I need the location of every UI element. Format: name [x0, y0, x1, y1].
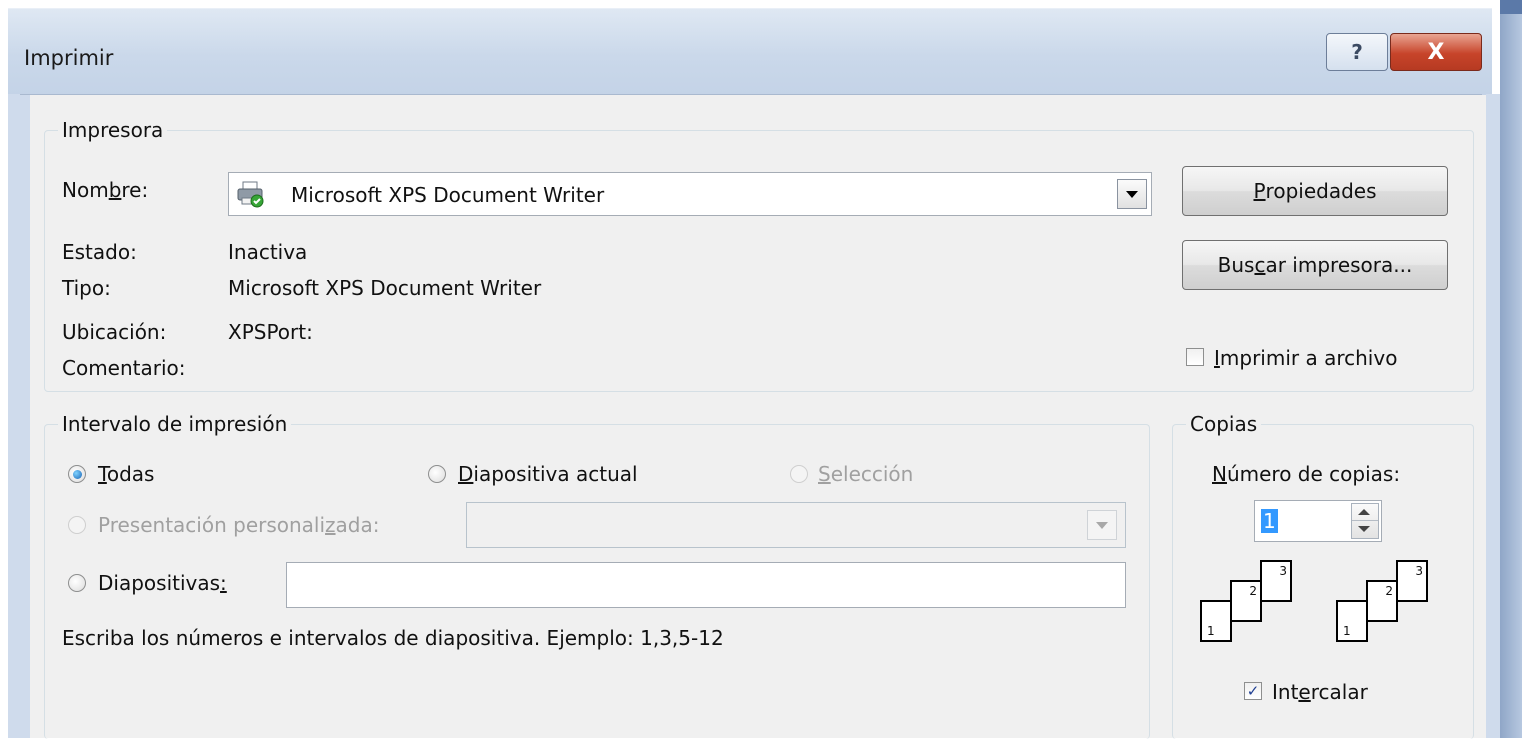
- collate-illustration-icon: 3 2 1 3 2 1: [1200, 554, 1450, 664]
- collate-label[interactable]: Intercalar: [1272, 680, 1368, 704]
- number-of-copies-label: Número de copias:: [1212, 462, 1401, 486]
- chevron-down-icon: [1096, 521, 1108, 529]
- collate-checkbox[interactable]: ✓: [1244, 682, 1262, 700]
- print-range-legend: Intervalo de impresión: [58, 412, 292, 436]
- slides-input[interactable]: [286, 562, 1126, 608]
- custom-show-radio: [68, 516, 86, 534]
- slides-hint: Escriba los números e intervalos de diap…: [62, 626, 724, 650]
- status-value: Inactiva: [228, 240, 308, 264]
- comment-label: Comentario:: [62, 356, 186, 380]
- window-frame-left: [8, 94, 30, 738]
- print-to-file-label[interactable]: Imprimir a archivo: [1214, 346, 1397, 370]
- close-button[interactable]: X: [1390, 33, 1482, 71]
- selection-label: Selección: [818, 462, 914, 486]
- print-to-file-checkbox[interactable]: [1186, 348, 1204, 366]
- page-3-icon: 3: [1260, 560, 1292, 602]
- custom-show-label: Presentación personalizada:: [98, 513, 380, 537]
- printer-name-combo[interactable]: Microsoft XPS Document Writer: [228, 172, 1152, 216]
- type-value: Microsoft XPS Document Writer: [228, 276, 542, 300]
- custom-show-combo: [466, 502, 1126, 548]
- help-button[interactable]: ?: [1326, 33, 1388, 71]
- copies-spin-buttons[interactable]: [1351, 503, 1379, 539]
- page-2-icon: 2: [1230, 580, 1262, 622]
- selected-printer-text: Microsoft XPS Document Writer: [291, 183, 605, 207]
- page-1-icon: 1: [1200, 600, 1232, 642]
- location-value: XPSPort:: [228, 320, 313, 344]
- slides-radio[interactable]: [68, 574, 86, 592]
- printer-group-legend: Impresora: [58, 118, 168, 142]
- copies-spinner[interactable]: 1: [1254, 500, 1382, 542]
- copies-legend: Copias: [1186, 412, 1262, 436]
- properties-button[interactable]: Propiedades: [1182, 166, 1448, 216]
- custom-show-dropdown-arrow: [1087, 510, 1117, 540]
- all-slides-label[interactable]: Todas: [98, 462, 154, 486]
- status-label: Estado:: [62, 240, 137, 264]
- help-icon: ?: [1351, 40, 1363, 64]
- location-label: Ubicación:: [62, 320, 167, 344]
- close-icon: X: [1427, 39, 1445, 65]
- slides-label[interactable]: Diapositivas:: [98, 571, 227, 595]
- copies-value[interactable]: 1: [1261, 509, 1278, 533]
- window-title: Imprimir: [24, 46, 114, 70]
- find-printer-button[interactable]: Bus c ar impresora...: [1182, 240, 1448, 290]
- page-2-icon: 2: [1366, 580, 1398, 622]
- page-3-icon: 3: [1396, 560, 1428, 602]
- window-frame-corner: [1500, 0, 1522, 14]
- printer-name-label: Nombre:: [62, 178, 149, 202]
- current-slide-radio[interactable]: [428, 465, 446, 483]
- current-slide-label[interactable]: Diapositiva actual: [458, 462, 638, 486]
- printer-icon: [235, 180, 265, 208]
- chevron-down-icon: [1126, 190, 1138, 198]
- page-1-icon: 1: [1336, 600, 1368, 642]
- checkmark-icon: ✓: [1246, 682, 1260, 700]
- window-frame-right: [1500, 0, 1522, 738]
- spin-down-icon[interactable]: [1358, 526, 1370, 532]
- spin-up-icon[interactable]: [1358, 509, 1370, 515]
- selection-radio: [790, 465, 808, 483]
- all-slides-radio[interactable]: [68, 465, 86, 483]
- title-bar[interactable]: [8, 8, 1492, 95]
- type-label: Tipo:: [62, 276, 111, 300]
- window-frame-right-inner: [1486, 94, 1500, 738]
- printer-dropdown-arrow[interactable]: [1117, 179, 1147, 209]
